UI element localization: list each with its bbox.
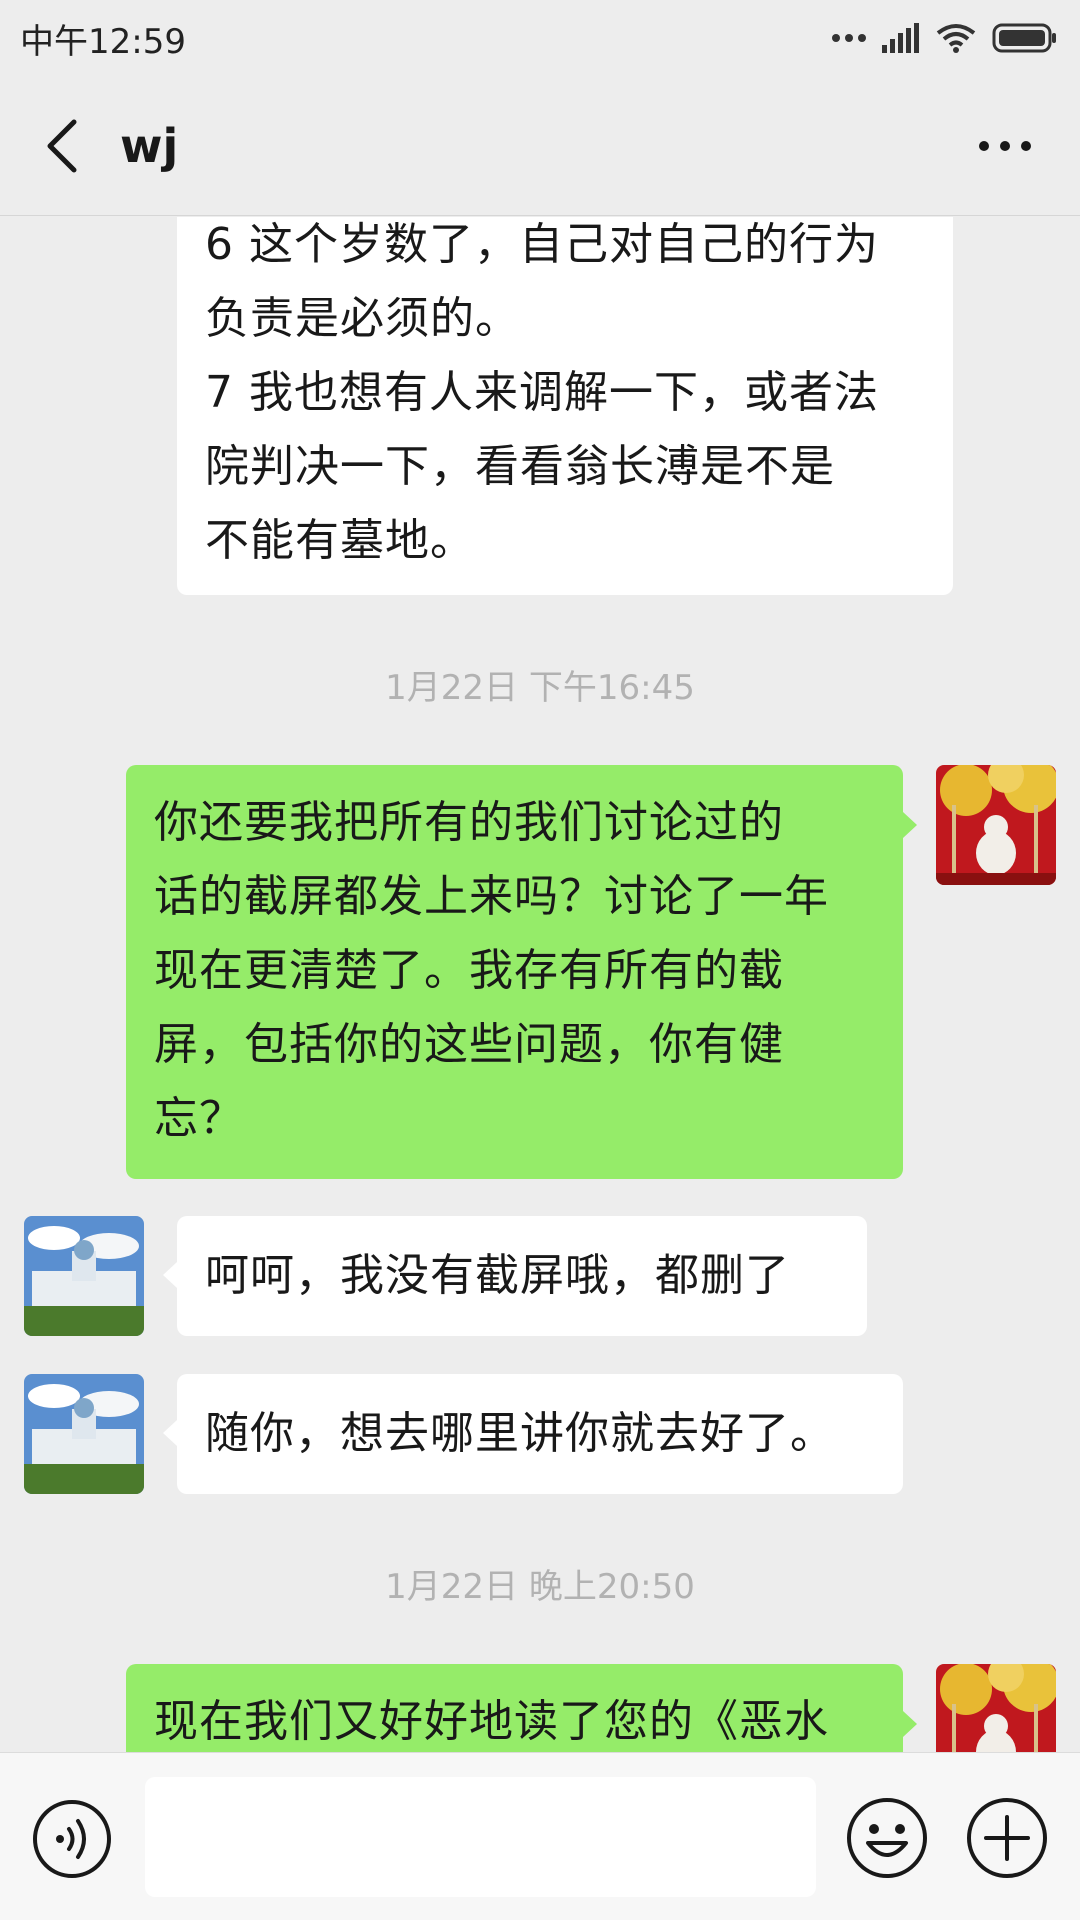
chat-title: wj bbox=[120, 119, 179, 173]
plus-icon bbox=[967, 1798, 1047, 1878]
emoji-icon bbox=[847, 1798, 927, 1878]
message-timestamp: 1月22日 晚上20:50 bbox=[385, 1567, 695, 1607]
avatar-contact[interactable] bbox=[24, 1374, 144, 1494]
battery-icon bbox=[992, 23, 1056, 53]
bubble-tail bbox=[163, 1420, 177, 1446]
message-list[interactable]: 6 这个岁数了，自己对自己的行为 负责是必须的。 7 我也想有人来调解一下，或者… bbox=[0, 217, 1080, 1752]
bubble-tail bbox=[903, 812, 917, 838]
avatar-self[interactable] bbox=[936, 765, 1056, 885]
chat-screen: 中午12:59 wj 6 这个岁数了，自己对自己的行为 负责是必须的。 7 我也… bbox=[0, 0, 1080, 1920]
status-bar: 中午12:59 bbox=[0, 0, 1080, 76]
avatar-self[interactable] bbox=[936, 1664, 1056, 1752]
more-horizontal-icon bbox=[979, 141, 1031, 151]
message-timestamp: 1月22日 下午16:45 bbox=[385, 668, 695, 708]
bubble-tail bbox=[163, 1262, 177, 1288]
message-bubble-sent[interactable]: 现在我们又好好地读了您的《恶水 bbox=[126, 1664, 903, 1752]
voice-icon bbox=[33, 1800, 111, 1878]
chevron-left-icon bbox=[47, 119, 77, 173]
message-bubble-received[interactable]: 随你，想去哪里讲你就去好了。 bbox=[177, 1374, 903, 1494]
wifi-icon bbox=[936, 24, 976, 53]
status-time: 中午12:59 bbox=[20, 21, 186, 62]
input-bar bbox=[0, 1752, 1080, 1920]
message-bubble-received[interactable]: 6 这个岁数了，自己对自己的行为 负责是必须的。 7 我也想有人来调解一下，或者… bbox=[177, 217, 953, 595]
message-input[interactable] bbox=[145, 1777, 816, 1897]
avatar-contact[interactable] bbox=[24, 1216, 144, 1336]
bubble-tail bbox=[903, 1711, 917, 1737]
message-bubble-received[interactable]: 呵呵，我没有截屏哦，都删了 bbox=[177, 1216, 867, 1336]
more-functions-button[interactable] bbox=[966, 1797, 1048, 1879]
emoji-button[interactable] bbox=[846, 1797, 928, 1879]
back-button[interactable] bbox=[34, 114, 90, 178]
voice-button[interactable] bbox=[32, 1799, 112, 1879]
more-button[interactable] bbox=[970, 116, 1040, 176]
more-dots-icon bbox=[832, 34, 866, 42]
status-icons bbox=[832, 23, 1058, 53]
signal-icon bbox=[882, 23, 919, 53]
nav-bar: wj bbox=[0, 76, 1080, 216]
message-bubble-sent[interactable]: 你还要我把所有的我们讨论过的 话的截屏都发上来吗？讨论了一年 现在更清楚了。我存… bbox=[126, 765, 903, 1179]
